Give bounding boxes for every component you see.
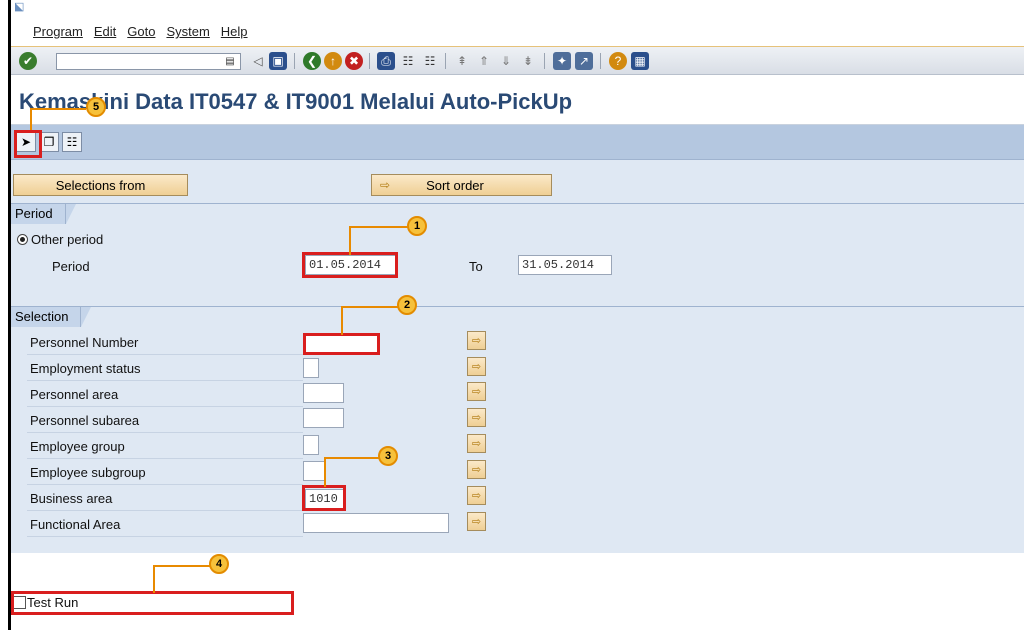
callout-2: 2: [397, 295, 417, 315]
cancel-icon[interactable]: ✖: [345, 52, 363, 70]
back-icon[interactable]: ❮: [303, 52, 321, 70]
other-period-radio[interactable]: [17, 234, 28, 245]
collapse-icon[interactable]: ◁: [249, 52, 267, 70]
personnel-number-label: Personnel Number: [30, 335, 139, 350]
history-icon[interactable]: ▤: [223, 54, 237, 68]
period-to-label: To: [469, 259, 483, 274]
sort-order-label: Sort order: [426, 177, 484, 193]
callout-1: 1: [407, 216, 427, 236]
selections-from-label: Selections from: [55, 177, 146, 193]
period-group-label: Period: [11, 204, 76, 224]
employment-status-multiple-selection[interactable]: ⇨: [467, 357, 486, 376]
personnel-area-multiple-selection[interactable]: ⇨: [467, 382, 486, 401]
first-page-icon[interactable]: ⇞: [453, 52, 471, 70]
print-icon[interactable]: ⎙: [377, 52, 395, 70]
functional-area-multiple-selection[interactable]: ⇨: [467, 512, 486, 531]
period-to-field[interactable]: 31.05.2014: [518, 255, 612, 275]
other-period-label: Other period: [31, 232, 104, 247]
employee-group-label: Employee group: [30, 439, 125, 454]
highlight-business-area: [302, 485, 346, 511]
employee-subgroup-field[interactable]: [303, 461, 325, 481]
standard-toolbar: ✔ ▤ ◁ ▣ ❮ ↑ ✖ ⎙ ☷ ☷ ⇞ ⇑ ⇓ ⇟ ✦ ↗ ? ▦: [11, 47, 1024, 75]
sort-order-button[interactable]: ⇨ Sort order: [371, 174, 552, 196]
functional-area-field[interactable]: [303, 513, 449, 533]
highlight-test-run: [11, 591, 294, 615]
personnel-subarea-multiple-selection[interactable]: ⇨: [467, 408, 486, 427]
period-group: Period: [11, 203, 1024, 293]
personnel-area-field[interactable]: [303, 383, 344, 403]
sap-window: ⬕ Program Edit Goto System Help ✔ ▤ ◁ ▣ …: [0, 0, 1024, 630]
personnel-subarea-field[interactable]: [303, 408, 344, 428]
layout-menu-icon[interactable]: ▦: [631, 52, 649, 70]
employee-group-multiple-selection[interactable]: ⇨: [467, 434, 486, 453]
personnel-area-label: Personnel area: [30, 387, 119, 402]
functional-area-label: Functional Area: [30, 517, 121, 532]
menu-goto[interactable]: Goto: [127, 24, 155, 39]
highlight-period-from: [302, 252, 398, 278]
system-menu-icon[interactable]: ⬕: [14, 0, 24, 13]
employee-subgroup-label: Employee subgroup: [30, 465, 146, 480]
next-page-icon[interactable]: ⇓: [497, 52, 515, 70]
personnel-number-multiple-selection[interactable]: ⇨: [467, 331, 486, 350]
menu-bar: ⬕ Program Edit Goto System Help: [11, 0, 1024, 47]
callout-3: 3: [378, 446, 398, 466]
create-session-icon[interactable]: ✦: [553, 52, 571, 70]
check-icon[interactable]: ✔: [19, 52, 37, 70]
period-label: Period: [52, 259, 90, 274]
find-icon[interactable]: ☷: [399, 52, 417, 70]
title-bar: Kemaskini Data IT0547 & IT9001 Melalui A…: [11, 75, 1024, 125]
menu-help[interactable]: Help: [221, 24, 248, 39]
callout-5: 5: [86, 97, 106, 117]
employment-status-label: Employment status: [30, 361, 141, 376]
last-page-icon[interactable]: ⇟: [519, 52, 537, 70]
business-area-label: Business area: [30, 491, 113, 506]
menu-system[interactable]: System: [166, 24, 209, 39]
highlight-personnel-number: [303, 333, 380, 355]
menu-program[interactable]: Program: [33, 24, 83, 39]
variants-icon[interactable]: ❐: [39, 132, 59, 152]
callout-4: 4: [209, 554, 229, 574]
employment-status-field[interactable]: [303, 358, 319, 378]
help-icon[interactable]: ?: [609, 52, 627, 70]
arrow-right-icon: ⇨: [380, 178, 391, 192]
menu-edit[interactable]: Edit: [94, 24, 116, 39]
exit-icon[interactable]: ↑: [324, 52, 342, 70]
selections-from-button[interactable]: Selections from: [13, 174, 188, 196]
previous-page-icon[interactable]: ⇑: [475, 52, 493, 70]
find-next-icon[interactable]: ☷: [421, 52, 439, 70]
employee-group-field[interactable]: [303, 435, 319, 455]
selection-options-icon[interactable]: ☷: [62, 132, 82, 152]
save-icon[interactable]: ▣: [269, 52, 287, 70]
command-field[interactable]: [56, 53, 241, 70]
selection-group-label: Selection: [11, 307, 93, 327]
business-area-multiple-selection[interactable]: ⇨: [467, 486, 486, 505]
highlight-execute-button: [14, 130, 42, 158]
application-toolbar: ➤ ❐ ☷: [11, 125, 1024, 160]
personnel-subarea-label: Personnel subarea: [30, 413, 140, 428]
employee-subgroup-multiple-selection[interactable]: ⇨: [467, 460, 486, 479]
shortcut-icon[interactable]: ↗: [575, 52, 593, 70]
